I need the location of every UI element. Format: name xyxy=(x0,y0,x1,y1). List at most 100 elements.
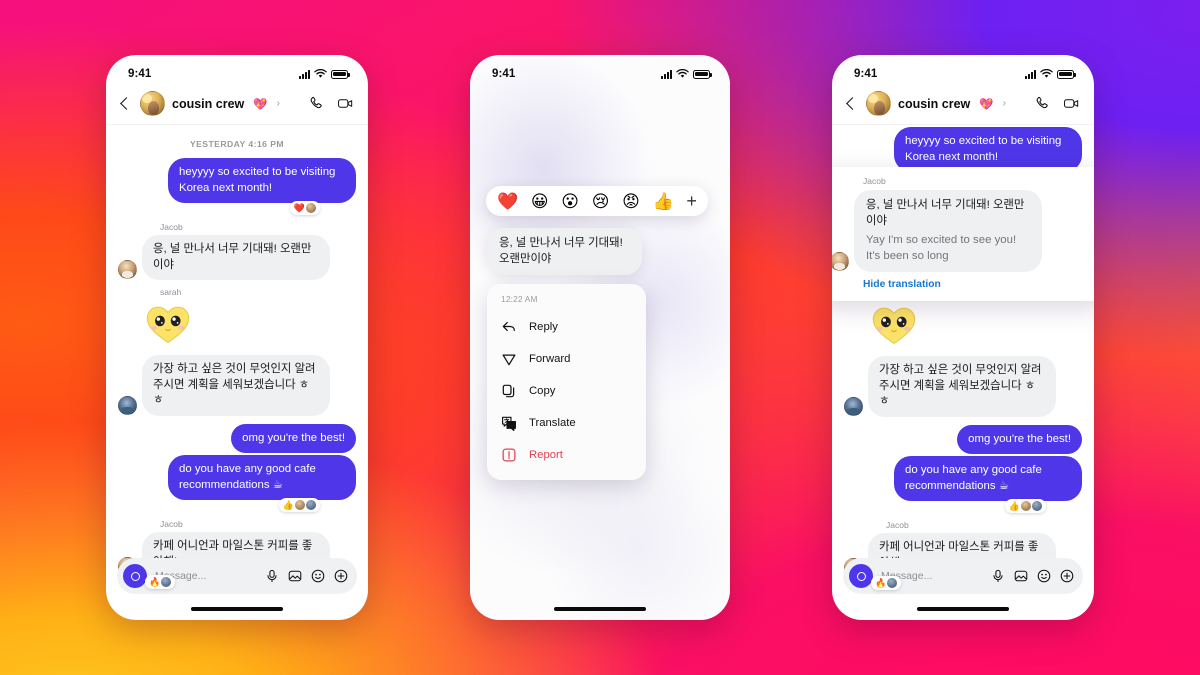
message-row: heyyyy so excited to be visiting Korea n… xyxy=(118,158,356,203)
message-bubble-outgoing[interactable]: heyyyy so excited to be visiting Korea n… xyxy=(168,158,356,203)
reaction-pill[interactable]: 👍 xyxy=(1004,499,1046,513)
sticker-icon[interactable] xyxy=(311,569,325,583)
menu-item-report[interactable]: Report xyxy=(487,439,646,471)
back-icon[interactable] xyxy=(843,96,859,112)
menu-item-label: Report xyxy=(529,449,563,461)
yellow-heart-sticker[interactable] xyxy=(145,302,191,346)
title-emoji: 💖 xyxy=(979,98,994,111)
reaction-option-thumbsup[interactable]: 👍 xyxy=(653,193,674,210)
plus-circle-icon[interactable] xyxy=(334,569,348,583)
avatar[interactable] xyxy=(866,91,891,116)
chevron-right-icon[interactable]: › xyxy=(277,98,280,109)
hide-translation-link[interactable]: Hide translation xyxy=(863,279,1092,290)
chevron-right-icon[interactable]: › xyxy=(1003,98,1006,109)
message-row: 응, 널 만나서 너무 기대돼! 오랜만이야 xyxy=(118,235,356,280)
add-reaction-icon[interactable]: + xyxy=(686,192,697,210)
message-row: 가장 하고 싶은 것이 무엇인지 알려주시면 계획을 세워보겠습니다 ㅎㅎ xyxy=(844,356,1082,417)
reaction-option-sad[interactable]: 😢 xyxy=(592,193,610,210)
status-time: 9:41 xyxy=(492,68,516,80)
message-thread[interactable]: YESTERDAY 4:16 PM heyyyy so excited to b… xyxy=(106,125,368,589)
avatar[interactable] xyxy=(118,395,137,415)
sender-label: sarah xyxy=(160,287,182,297)
message-bubble-incoming[interactable]: 가장 하고 싶은 것이 무엇인지 알려주시면 계획을 세워보겠습니다 ㅎㅎ xyxy=(868,356,1056,417)
video-call-icon[interactable] xyxy=(1063,95,1080,112)
reaction-pill[interactable]: 🔥 xyxy=(145,575,176,589)
title-emoji: 💖 xyxy=(253,98,268,111)
reactor-avatar xyxy=(295,500,305,510)
message-row: heyyyy so excited to be visiting Korea n… xyxy=(844,127,1082,172)
gallery-icon[interactable] xyxy=(1014,569,1028,583)
menu-item-label: Copy xyxy=(529,385,556,397)
copy-icon xyxy=(501,383,517,399)
plus-circle-icon[interactable] xyxy=(1060,569,1074,583)
message-timestamp: 12:22 AM xyxy=(501,294,538,304)
message-bubble-outgoing[interactable]: omg you're the best! xyxy=(231,423,356,453)
message-row: omg you're the best! xyxy=(844,424,1082,454)
reactor-avatar xyxy=(1021,501,1031,511)
avatar[interactable] xyxy=(844,396,863,416)
mic-icon[interactable] xyxy=(991,569,1005,583)
menu-item-label: Translate xyxy=(529,417,576,429)
composer-actions xyxy=(265,569,348,583)
reaction-pill[interactable]: 👍 xyxy=(278,498,320,512)
reaction-emoji: 🔥 xyxy=(875,577,887,588)
message-bubble-incoming[interactable]: 응, 널 만나서 너무 기대돼! 오랜만이야 Yay I'm so excite… xyxy=(854,190,1042,272)
reaction-picker[interactable]: ❤️ 😀 😮 😢 😡 👍 + xyxy=(486,186,708,216)
yellow-heart-sticker[interactable] xyxy=(871,303,917,347)
menu-item-forward[interactable]: Forward xyxy=(487,343,646,375)
phone-call-icon[interactable] xyxy=(308,95,325,112)
message-bubble-outgoing[interactable]: omg you're the best! xyxy=(957,424,1082,454)
reactor-avatar xyxy=(306,500,316,510)
status-bar: 9:41 xyxy=(470,55,730,85)
back-icon[interactable] xyxy=(117,96,133,112)
video-call-icon[interactable] xyxy=(337,95,354,112)
message-row: do you have any good cafe recommendation… xyxy=(118,455,356,500)
header-actions xyxy=(1034,95,1080,112)
status-indicators xyxy=(661,69,712,79)
page-title: cousin crew xyxy=(172,96,245,111)
focused-message-bubble[interactable]: 응, 널 만나서 너무 기대돼! 오랜만이야 xyxy=(487,228,642,275)
menu-item-translate[interactable]: Translate xyxy=(487,407,646,439)
avatar[interactable] xyxy=(140,91,165,116)
message-bubble-outgoing[interactable]: heyyyy so excited to be visiting Korea n… xyxy=(894,127,1082,172)
reaction-option-wow[interactable]: 😮 xyxy=(561,193,579,210)
battery-icon xyxy=(331,69,350,79)
message-bubble-incoming[interactable]: 가장 하고 싶은 것이 무엇인지 알려주시면 계획을 세워보겠습니다 ㅎㅎ xyxy=(142,355,330,416)
message-bubble-outgoing[interactable]: do you have any good cafe recommendation… xyxy=(168,455,356,500)
camera-icon[interactable] xyxy=(123,564,147,588)
signal-icon xyxy=(1025,69,1036,79)
status-bar: 9:41 xyxy=(106,55,368,85)
chat-header: cousin crew 💖 › xyxy=(832,85,1094,125)
message-context-menu[interactable]: 12:22 AM Reply Forward Copy Translate Re… xyxy=(487,284,646,480)
wifi-icon xyxy=(1040,69,1053,78)
reaction-option-laugh[interactable]: 😀 xyxy=(531,193,549,210)
avatar[interactable] xyxy=(832,252,849,271)
phone-3-translation-shown: 9:41 cousin crew 💖 › heyyyy so excited t… xyxy=(832,55,1094,620)
reaction-emoji: 🔥 xyxy=(149,576,161,587)
menu-item-reply[interactable]: Reply xyxy=(487,311,646,343)
sticker-icon[interactable] xyxy=(1037,569,1051,583)
status-time: 9:41 xyxy=(854,68,878,80)
page-title: cousin crew xyxy=(898,96,971,111)
reaction-pill[interactable]: ❤️ xyxy=(289,201,320,215)
phone-call-icon[interactable] xyxy=(1034,95,1051,112)
message-bubble-incoming[interactable]: 응, 널 만나서 너무 기대돼! 오랜만이야 xyxy=(142,235,330,280)
report-icon xyxy=(501,447,517,463)
mic-icon[interactable] xyxy=(265,569,279,583)
menu-item-label: Reply xyxy=(529,321,558,333)
signal-icon xyxy=(299,69,310,79)
home-indicator xyxy=(554,607,646,611)
translate-icon xyxy=(501,415,517,431)
reaction-row: 👍 xyxy=(844,499,1082,513)
menu-item-copy[interactable]: Copy xyxy=(487,375,646,407)
reply-icon xyxy=(501,319,517,335)
gallery-icon[interactable] xyxy=(288,569,302,583)
reaction-emoji: ❤️ xyxy=(293,202,305,213)
reaction-option-heart[interactable]: ❤️ xyxy=(497,193,518,210)
camera-icon[interactable] xyxy=(849,564,873,588)
avatar[interactable] xyxy=(118,260,137,279)
reaction-pill[interactable]: 🔥 xyxy=(871,576,902,590)
reaction-option-angry[interactable]: 😡 xyxy=(622,193,640,210)
message-bubble-outgoing[interactable]: do you have any good cafe recommendation… xyxy=(894,456,1082,501)
header-actions xyxy=(308,95,354,112)
